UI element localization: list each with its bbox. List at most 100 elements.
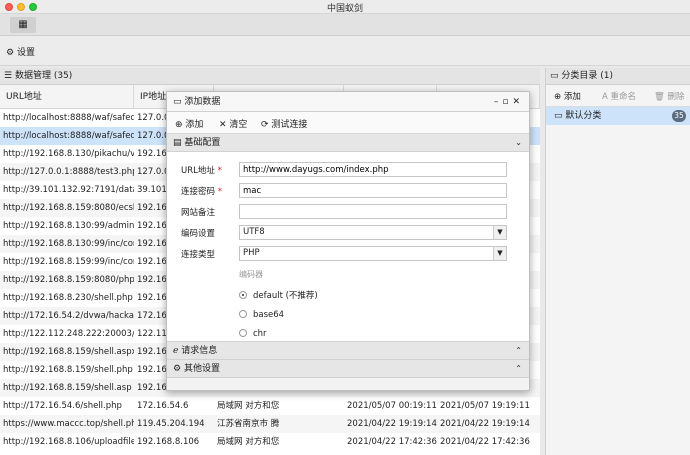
cell-url: http://192.168.8.106/uploadfiles/c [3,437,134,447]
cell-location: 局域网 对方和您 [217,437,280,447]
window-title: 中国蚁剑 [326,4,363,14]
type-label: 连接类型 [181,250,216,260]
cell-ip: 119.45.204.194 [137,419,205,429]
encoder-radio-base64[interactable]: base64 [239,310,284,320]
cell-location: 局域网 对方和您 [217,401,280,411]
add-category-button[interactable]: ⊕ 添加 [554,90,581,102]
password-label: 连接密码 * [181,187,222,197]
dialog-toolbar: ⊕ 添加 ✕ 清空 ⟳ 测试连接 [167,112,529,134]
encoder-label: 编码器 [239,270,263,279]
cell-url: http://192.168.8.130/pikachu/vul/ [3,149,134,159]
cell-url: http://39.101.132.92:7191/data/d [3,185,134,195]
clear-icon: ✕ [219,120,227,130]
basic-config-title: 基础配置 [184,138,221,148]
basic-config-section-header[interactable]: ▤ 基础配置 ⌄ [167,134,529,152]
cell-url: http://172.16.54.2/dvwa/hackable [3,311,134,321]
cell-url: http://192.168.8.159:99/inc/config [3,257,134,267]
dialog-clear-label: 清空 [229,120,248,130]
delete-category-button[interactable]: 🗑 删除 [654,90,685,102]
type-value: PHP [243,248,260,258]
dialog-test-label: 测试连接 [271,120,308,130]
category-item-default[interactable]: ▭ 默认分类 35 [546,107,690,125]
cell-url: http://192.168.8.130:99/inc/config [3,239,134,249]
password-input[interactable] [239,183,507,198]
dialog-title: 添加数据 [184,97,221,107]
cell-url: http://192.168.8.130:99/admin/da [3,221,134,231]
rename-category-button[interactable]: A 重命名 [602,90,636,102]
cell-url: http://127.0.0.1:8888/test3.php?p [3,167,134,177]
folder-icon: ▭ [554,111,563,121]
plus-icon: ⊕ [175,120,183,130]
other-settings-title: 其他设置 [183,364,220,374]
cell-url: http://192.168.8.159:8080/phpcm [3,275,134,285]
settings-label: 设置 [16,48,35,58]
cell-url: http://192.168.8.159/shell.php [3,365,133,375]
spinner-icon: ⟳ [261,120,269,130]
window-icon: ▭ [173,97,182,107]
other-settings-section-header[interactable]: ⚙ 其他设置 ⌃ [167,360,529,378]
dialog-window-controls: –▫✕ [494,92,524,112]
gears-icon: ⚙ [173,364,182,374]
settings-button[interactable]: ⚙ 设置 [6,45,35,58]
cell-url: https://www.maccc.top/shell.php [3,419,134,429]
encoder-chr-label: chr [253,329,267,339]
encoder-default-label: default (不推荐) [253,291,318,301]
maximize-icon[interactable]: ▫ [502,97,512,107]
grid-icon: ▦ [18,19,28,30]
category-name: 默认分类 [565,111,602,121]
table-row[interactable]: http://192.168.8.106/uploadfiles/c 192.16… [0,433,540,451]
chevron-up-icon: ⌃ [515,364,522,373]
request-info-section-header[interactable]: ℯ 请求信息 ⌃ [167,342,529,360]
cell-note: 2021/04/22 19:19:14 [347,419,437,429]
list-icon: ☰ [4,71,13,81]
main-toolbar: ⚙ 设置 [0,36,690,66]
encoding-select[interactable]: UTF8 ▼ [239,225,507,240]
add-category-label: 添加 [563,92,581,102]
column-header-url[interactable]: URL地址 [0,85,134,109]
font-icon: A [602,92,608,102]
plus-icon: ⊕ [554,92,562,102]
cell-note: 2021/04/22 17:42:36 [347,437,437,447]
dialog-test-connection-button[interactable]: ⟳ 测试连接 [261,117,307,130]
trash-icon: 🗑 [654,92,665,102]
basic-config-form: URL地址 * 连接密码 * 网站备注 编码设置 UTF8 ▼ 连接类型 PHP… [167,152,529,342]
type-select[interactable]: PHP ▼ [239,246,507,261]
data-management-header: ☰ 数据管理 (35) [0,68,540,85]
cell-ip: 172.16.54.6 [137,401,189,411]
data-management-title: 数据管理 (35) [14,71,73,81]
cell-location: 江苏省南京市 腾 [217,419,280,429]
chevron-up-icon: ⌃ [515,346,522,355]
url-label: URL地址 * [181,166,222,176]
encoder-radio-chr[interactable]: chr [239,329,267,339]
cell-url: http://192.168.8.159/shell.aspx [3,347,134,357]
dialog-add-button[interactable]: ⊕ 添加 [175,117,203,130]
table-row[interactable]: https://www.maccc.top/shell.php 119.45.20… [0,415,540,433]
close-icon[interactable]: ✕ [512,97,524,107]
window-titlebar: 中国蚁剑 [0,0,690,14]
encoder-radio-default[interactable]: default (不推荐) [239,289,318,301]
category-header: ▭ 分类目录 (1) [546,68,690,85]
category-toolbar: ⊕ 添加 A 重命名 🗑 删除 [546,85,690,107]
gear-icon: ⚙ [6,48,15,58]
table-row[interactable]: http://172.16.54.6/shell.php 172.16.54.6 局… [0,397,540,415]
radio-selected-icon [239,291,247,299]
cell-ip: 192.168.8.106 [137,437,200,447]
rename-category-label: 重命名 [610,92,637,102]
cell-url: http://192.168.8.230/shell.php [3,293,133,303]
dialog-clear-button[interactable]: ✕ 清空 [219,117,247,130]
chevron-down-icon: ⌄ [515,138,522,147]
category-count-badge: 35 [672,110,686,122]
cell-url: http://172.16.54.6/shell.php [3,401,122,411]
cell-url: http://192.168.8.159/shell.asp [3,383,132,393]
cell-created: 2021/04/22 17:42:36 [440,437,530,447]
tab-bar: ▦ [0,14,690,36]
folder-icon: ▭ [550,71,559,81]
note-input[interactable] [239,204,507,219]
cell-url: http://192.168.8.159:8080/ecshop [3,203,134,213]
request-info-title: 请求信息 [181,346,218,356]
url-input[interactable] [239,162,507,177]
encoding-value: UTF8 [243,227,265,237]
cell-url: http://122.112.248.222:20003/up [3,329,134,339]
category-title: 分类目录 (1) [561,71,614,81]
tab-home[interactable]: ▦ [10,17,36,33]
